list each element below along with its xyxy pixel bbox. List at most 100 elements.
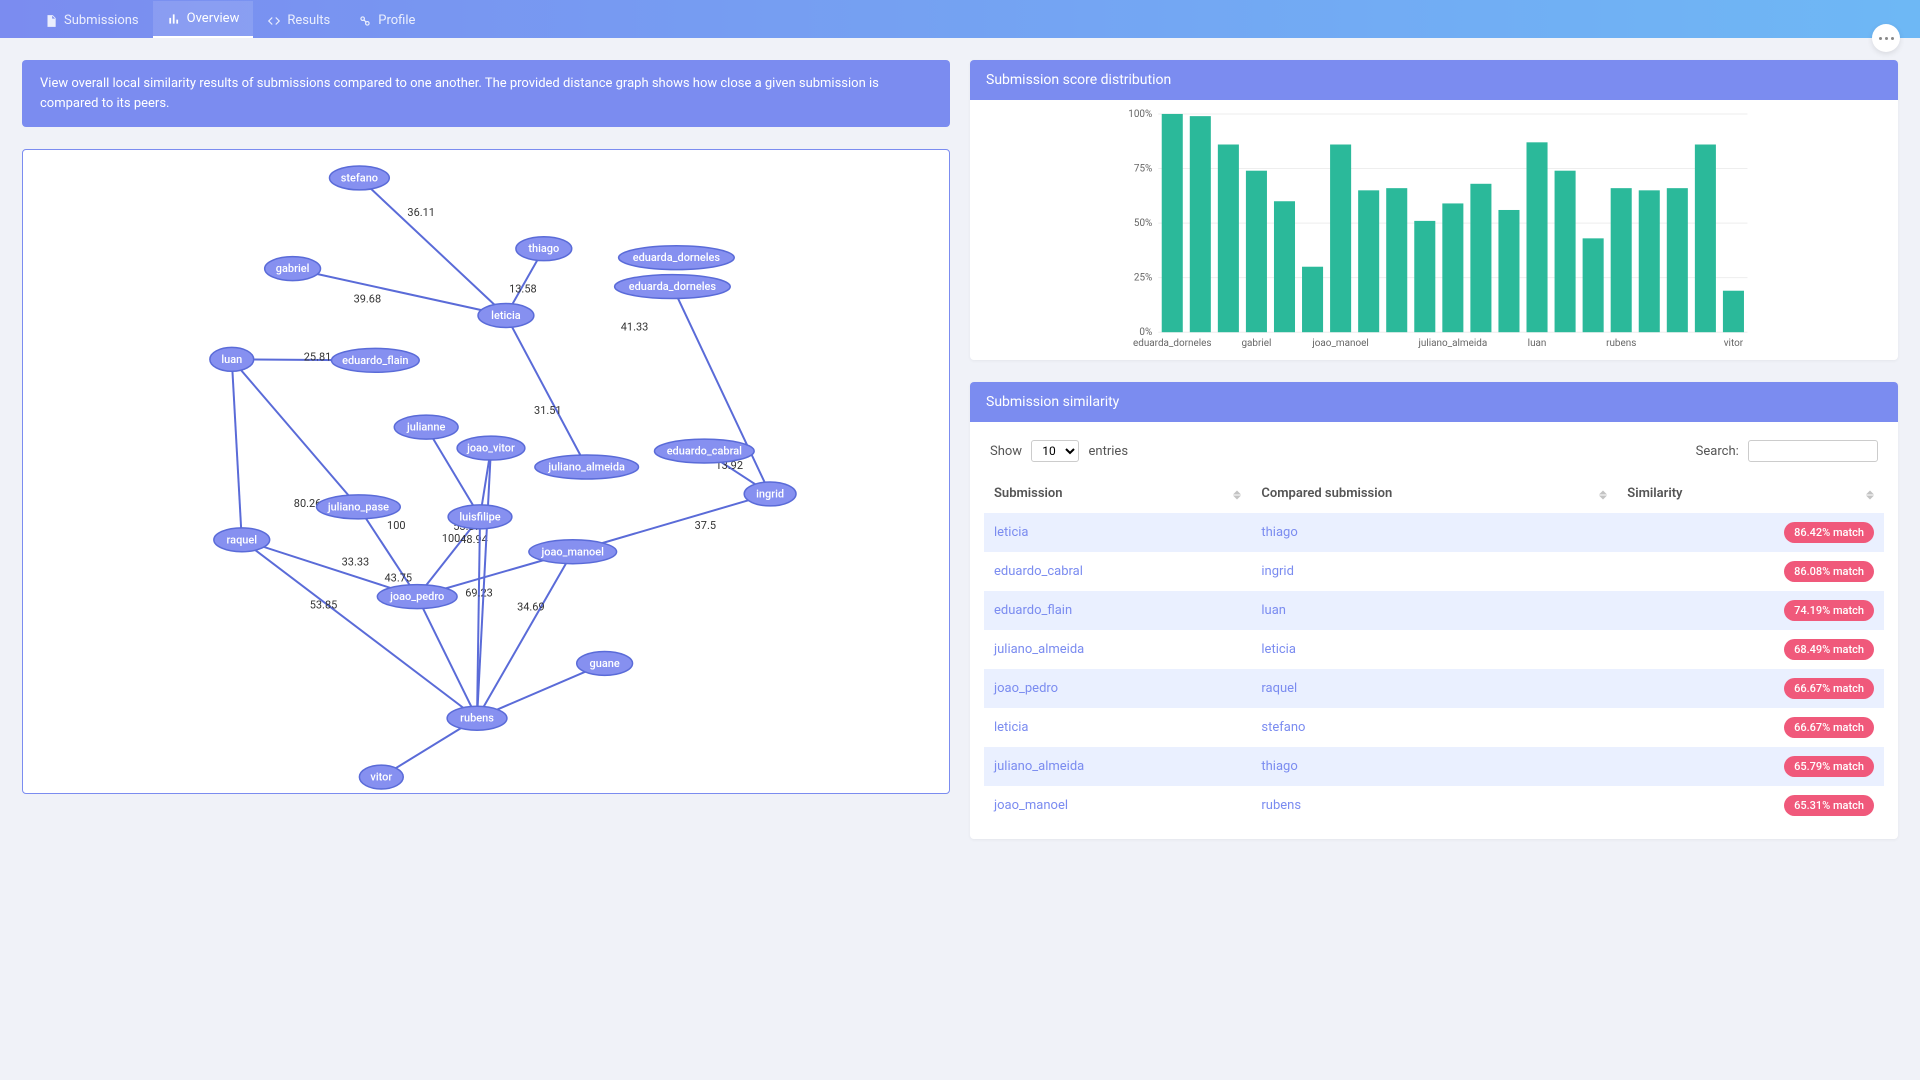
- compared-submission-link[interactable]: rubens: [1261, 798, 1301, 813]
- graph-node[interactable]: [359, 765, 403, 789]
- submission-link[interactable]: eduardo_flain: [994, 603, 1072, 618]
- graph-node[interactable]: [619, 246, 735, 270]
- svg-text:luan: luan: [1528, 338, 1547, 349]
- svg-text:43.75: 43.75: [385, 572, 413, 585]
- submission-link[interactable]: leticia: [994, 525, 1029, 540]
- chart-bar[interactable]: [1470, 184, 1491, 332]
- sort-icon[interactable]: [1866, 490, 1874, 499]
- chart-bar[interactable]: [1302, 267, 1323, 332]
- svg-text:36.11: 36.11: [407, 206, 435, 219]
- graph-node[interactable]: [615, 275, 731, 299]
- show-label: Show: [990, 444, 1022, 459]
- graph-node[interactable]: [210, 347, 254, 371]
- graph-node[interactable]: [535, 455, 639, 479]
- compared-submission-link[interactable]: thiago: [1261, 525, 1297, 540]
- svg-text:37.5: 37.5: [695, 519, 716, 532]
- compared-submission-link[interactable]: raquel: [1261, 681, 1297, 696]
- svg-text:48.94: 48.94: [460, 533, 488, 546]
- sort-icon[interactable]: [1233, 490, 1241, 499]
- graph-node[interactable]: [516, 237, 572, 261]
- graph-node[interactable]: [577, 651, 633, 675]
- sort-icon[interactable]: [1599, 490, 1607, 499]
- graph-node[interactable]: [214, 528, 270, 552]
- submission-link[interactable]: leticia: [994, 720, 1029, 735]
- more-button[interactable]: [1872, 24, 1900, 52]
- graph-node[interactable]: [329, 166, 389, 190]
- svg-text:31.51: 31.51: [534, 404, 562, 417]
- table-row: eduardo_cabralingrid86.08% match: [984, 552, 1884, 591]
- column-header[interactable]: Submission: [984, 476, 1251, 513]
- table-row: eduardo_flainluan74.19% match: [984, 591, 1884, 630]
- svg-text:rubens: rubens: [1606, 338, 1636, 349]
- svg-text:vitor: vitor: [1724, 338, 1744, 349]
- chart-bar[interactable]: [1695, 145, 1716, 333]
- graph-node[interactable]: [744, 482, 796, 506]
- search-input[interactable]: [1748, 440, 1878, 462]
- graph-node[interactable]: [265, 257, 321, 281]
- graph-node[interactable]: [457, 436, 525, 460]
- svg-text:69.23: 69.23: [465, 587, 493, 600]
- svg-text:25.81: 25.81: [304, 350, 332, 363]
- table-row: joao_manoelrubens65.31% match: [984, 786, 1884, 825]
- tab-profile[interactable]: Profile: [344, 3, 429, 38]
- tab-results[interactable]: Results: [253, 3, 344, 38]
- score-bar-chart[interactable]: 0%25%50%75%100%eduarda_dornelesgabrieljo…: [984, 108, 1884, 356]
- submission-link[interactable]: juliano_almeida: [994, 642, 1084, 657]
- distance-graph-panel[interactable]: 36.1139.6813.5841.3331.5125.8180.2613.92…: [22, 149, 950, 794]
- graph-node[interactable]: [331, 348, 419, 372]
- chart-bar[interactable]: [1246, 171, 1267, 332]
- chart-bar[interactable]: [1218, 145, 1239, 333]
- column-header[interactable]: Similarity: [1617, 476, 1884, 513]
- column-header[interactable]: Compared submission: [1251, 476, 1617, 513]
- graph-node[interactable]: [317, 495, 401, 519]
- chart-bar[interactable]: [1583, 238, 1604, 332]
- compared-submission-link[interactable]: thiago: [1261, 759, 1297, 774]
- chart-bar[interactable]: [1498, 210, 1519, 332]
- chart-bar[interactable]: [1274, 201, 1295, 332]
- chart-bar[interactable]: [1527, 142, 1548, 332]
- submission-link[interactable]: joao_manoel: [994, 798, 1068, 813]
- chart-bar[interactable]: [1358, 190, 1379, 332]
- graph-node[interactable]: [448, 505, 512, 529]
- chart-bar[interactable]: [1555, 171, 1576, 332]
- tab-submissions[interactable]: Submissions: [30, 3, 153, 38]
- svg-text:53.85: 53.85: [310, 599, 338, 612]
- graph-node[interactable]: [447, 706, 507, 730]
- chart-bar[interactable]: [1190, 116, 1211, 332]
- compared-submission-link[interactable]: leticia: [1261, 642, 1296, 657]
- graph-node[interactable]: [529, 540, 617, 564]
- similarity-card: Submission similarity Show 10 entries Se…: [970, 382, 1898, 839]
- svg-text:41.33: 41.33: [621, 320, 649, 333]
- chart-bar[interactable]: [1639, 190, 1660, 332]
- distance-graph[interactable]: 36.1139.6813.5841.3331.5125.8180.2613.92…: [23, 150, 949, 793]
- submission-link[interactable]: joao_pedro: [994, 681, 1058, 696]
- tab-overview[interactable]: Overview: [153, 1, 254, 38]
- graph-node[interactable]: [394, 415, 458, 439]
- score-distribution-card: Submission score distribution 0%25%50%75…: [970, 60, 1898, 360]
- chart-bar[interactable]: [1442, 203, 1463, 332]
- entries-select[interactable]: 10: [1031, 440, 1079, 462]
- compared-submission-link[interactable]: luan: [1261, 603, 1286, 618]
- svg-text:25%: 25%: [1134, 273, 1152, 284]
- chart-bar[interactable]: [1611, 188, 1632, 332]
- compared-submission-link[interactable]: stefano: [1261, 720, 1305, 735]
- match-badge: 86.42% match: [1784, 522, 1874, 543]
- link-icon: [358, 14, 372, 28]
- chart-bar[interactable]: [1414, 221, 1435, 332]
- chart-bar[interactable]: [1723, 291, 1744, 332]
- compared-submission-link[interactable]: ingrid: [1261, 564, 1294, 579]
- svg-text:juliano_almeida: juliano_almeida: [1417, 338, 1487, 349]
- tab-label: Submissions: [64, 13, 139, 28]
- submission-link[interactable]: eduardo_cabral: [994, 564, 1083, 579]
- chart-icon: [167, 12, 181, 26]
- graph-node[interactable]: [654, 439, 754, 463]
- chart-bar[interactable]: [1162, 114, 1183, 332]
- chart-bar[interactable]: [1667, 188, 1688, 332]
- graph-node[interactable]: [377, 585, 457, 609]
- submission-link[interactable]: juliano_almeida: [994, 759, 1084, 774]
- table-row: leticiastefano66.67% match: [984, 708, 1884, 747]
- chart-bar[interactable]: [1386, 188, 1407, 332]
- graph-node[interactable]: [478, 304, 534, 328]
- tab-label: Overview: [187, 11, 240, 26]
- chart-bar[interactable]: [1330, 145, 1351, 333]
